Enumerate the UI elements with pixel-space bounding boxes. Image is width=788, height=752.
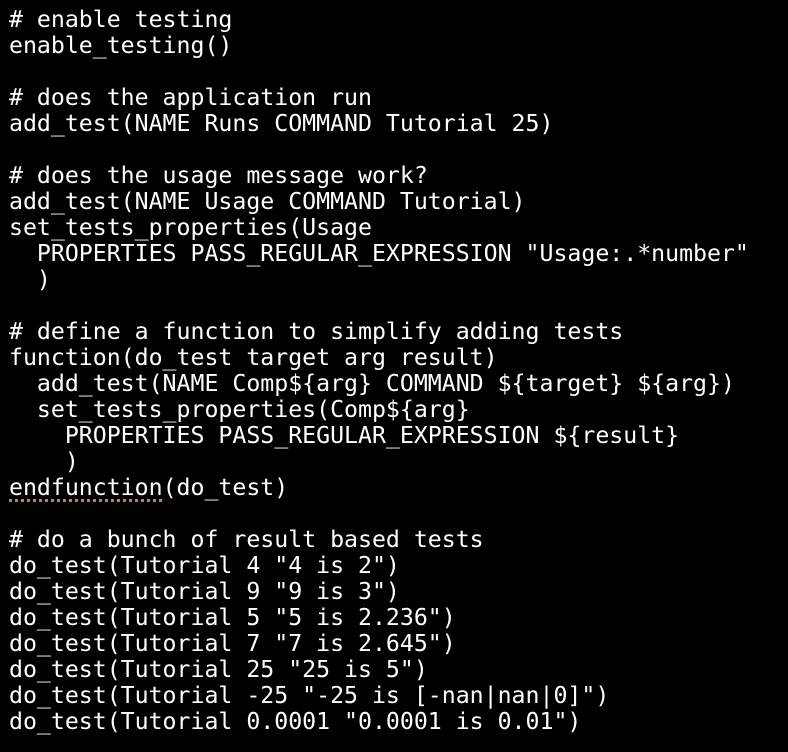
code-line: do_test(Tutorial 5 "5 is 2.236") [9,604,456,631]
code-line: # do a bunch of result based tests [9,526,484,553]
spellcheck-flagged-word[interactable]: endfunction [9,474,163,501]
code-line: ) [9,448,79,475]
code-line: enable_testing() [9,32,233,59]
code-line: # define a function to simplify adding t… [9,318,624,345]
code-line: add_test(NAME Comp${arg} COMMAND ${targe… [9,370,735,397]
code-line: # does the application run [9,84,372,111]
code-line: do_test(Tutorial -25 "-25 is [-nan|nan|0… [9,682,610,709]
code-line: do_test(Tutorial 7 "7 is 2.645") [9,630,456,657]
code-line: do_test(Tutorial 25 "25 is 5") [9,656,428,683]
code-line: add_test(NAME Runs COMMAND Tutorial 25) [9,110,554,137]
code-line: add_test(NAME Usage COMMAND Tutorial) [9,188,526,215]
code-line: do_test(Tutorial 0.0001 "0.0001 is 0.01"… [9,708,582,735]
code-editor[interactable]: # enable testing enable_testing() # does… [9,7,784,748]
code-line: ) [9,266,51,293]
code-line: set_tests_properties(Comp${arg} [9,396,470,423]
code-line: # does the usage message work? [9,162,428,189]
code-text: (do_test) [162,474,289,501]
code-line-endfunction: endfunction(do_test) [9,475,784,501]
code-line: PROPERTIES PASS_REGULAR_EXPRESSION ${res… [9,422,680,449]
code-line: function(do_test target arg result) [9,344,498,371]
code-line: # enable testing [9,6,233,33]
code-line: do_test(Tutorial 4 "4 is 2") [9,552,400,579]
code-line: set_tests_properties(Usage [9,214,372,241]
code-line: PROPERTIES PASS_REGULAR_EXPRESSION "Usag… [9,240,749,267]
code-line: do_test(Tutorial 9 "9 is 3") [9,578,400,605]
